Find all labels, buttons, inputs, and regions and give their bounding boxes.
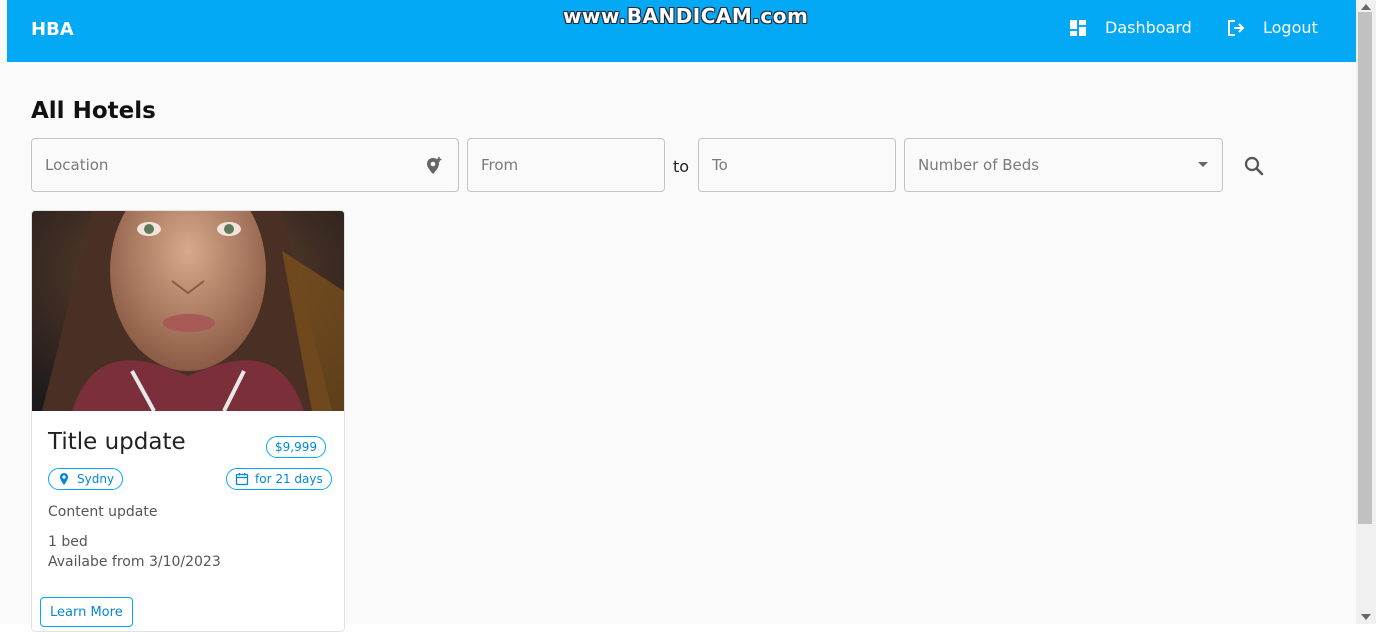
beds-select-placeholder: Number of Beds [918, 156, 1040, 174]
calendar-icon [235, 473, 249, 486]
hotel-card: Title update $9,999 Sydny for 21 days Co… [31, 210, 345, 632]
to-date-input[interactable] [699, 139, 895, 191]
duration-chip-label: for 21 days [255, 472, 323, 486]
search-icon[interactable] [1241, 153, 1267, 179]
dropdown-arrow-icon [1198, 162, 1208, 167]
location-field[interactable] [31, 138, 459, 192]
price-badge: $9,999 [266, 436, 326, 458]
from-date-input[interactable] [468, 139, 664, 191]
hotel-title: Title update [48, 429, 186, 455]
hotel-availability: Availabe from 3/10/2023 [48, 554, 221, 570]
brand-logo[interactable]: HBA [31, 19, 74, 40]
location-input[interactable] [32, 139, 458, 191]
location-chip-label: Sydny [77, 472, 115, 486]
nav-dashboard-link[interactable]: Dashboard [1069, 18, 1192, 37]
location-chip: Sydny [48, 468, 124, 490]
hotel-description: Content update [48, 504, 158, 520]
scroll-up-arrow-icon[interactable] [1361, 4, 1371, 10]
logout-icon [1228, 19, 1245, 36]
hotel-beds: 1 bed [48, 534, 88, 550]
location-pin-icon [60, 473, 68, 485]
nav-logout-link[interactable]: Logout [1227, 18, 1318, 37]
page-title: All Hotels [31, 98, 156, 124]
scroll-down-arrow-icon[interactable] [1361, 614, 1371, 620]
nav-logout-label: Logout [1263, 18, 1318, 37]
scrollbar-thumb[interactable] [1358, 12, 1372, 524]
learn-more-button[interactable]: Learn More [40, 597, 133, 627]
recording-watermark: www.BANDICAM.com [563, 4, 809, 28]
date-range-separator: to [673, 157, 690, 176]
dashboard-icon [1070, 19, 1086, 36]
main-content: All Hotels to Number of Beds [7, 62, 1356, 632]
from-date-field[interactable] [467, 138, 665, 192]
hotel-image [32, 211, 344, 411]
beds-select[interactable]: Number of Beds [904, 138, 1223, 192]
to-date-field[interactable] [698, 138, 896, 192]
page-left-edge [0, 0, 7, 624]
add-location-icon[interactable] [424, 156, 444, 176]
duration-chip: for 21 days [226, 468, 332, 490]
nav-dashboard-label: Dashboard [1105, 18, 1192, 37]
app-bar: HBA www.BANDICAM.com Dashboard Logout [7, 0, 1356, 62]
